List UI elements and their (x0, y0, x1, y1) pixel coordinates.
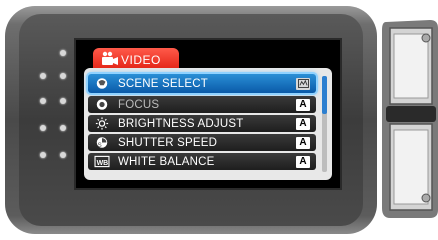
menu-list: SCENE SELECT FOCUS A BRIGHTNESS ADJUST A S SHU… (88, 74, 316, 172)
side-button-dot[interactable] (60, 50, 66, 56)
white-balance-icon: WB (94, 155, 110, 169)
lcd-screen: VIDEO SCENE SELECT FOCUS A BRIGHTNESS ADJUS… (74, 38, 342, 190)
menu-item-white-balance[interactable]: WB WHITE BALANCE A (88, 153, 316, 170)
tab-video-label: VIDEO (121, 53, 161, 67)
menu-item-focus[interactable]: FOCUS A (88, 96, 316, 113)
menu-item-label: WHITE BALANCE (118, 155, 215, 168)
scene-mode-icon (296, 77, 310, 90)
svg-text:WB: WB (97, 160, 109, 167)
menu-item-shutter-speed[interactable]: S SHUTTER SPEED A (88, 134, 316, 151)
focus-icon (94, 98, 110, 112)
auto-badge: A (296, 136, 310, 149)
lcd-hinge (382, 20, 438, 218)
scene-select-icon (94, 77, 110, 91)
menu-item-label: FOCUS (118, 98, 160, 111)
auto-badge: A (296, 155, 310, 168)
menu-item-label: SCENE SELECT (118, 77, 208, 90)
video-camera-icon (102, 51, 118, 65)
side-button-dot[interactable] (40, 152, 46, 158)
brightness-icon (94, 117, 110, 131)
menu-item-label: BRIGHTNESS ADJUST (118, 117, 244, 130)
auto-badge: A (296, 117, 310, 130)
menu-item-scene-select[interactable]: SCENE SELECT (88, 74, 316, 93)
side-button-dot[interactable] (40, 98, 46, 104)
side-button-dot[interactable] (40, 73, 46, 79)
svg-text:S: S (98, 142, 102, 149)
scrollbar-thumb[interactable] (322, 76, 327, 114)
scrollbar[interactable] (322, 76, 327, 172)
shutter-speed-icon: S (94, 136, 110, 150)
auto-badge: A (296, 98, 310, 111)
side-button-dot[interactable] (60, 152, 66, 158)
menu-item-label: SHUTTER SPEED (118, 136, 218, 149)
menu-item-brightness-adjust[interactable]: BRIGHTNESS ADJUST A (88, 115, 316, 132)
side-button-dot[interactable] (40, 125, 46, 131)
menu-panel: SCENE SELECT FOCUS A BRIGHTNESS ADJUST A S SHU… (84, 68, 332, 180)
side-button-dot[interactable] (60, 98, 66, 104)
side-button-dot[interactable] (60, 125, 66, 131)
side-button-dot[interactable] (60, 73, 66, 79)
